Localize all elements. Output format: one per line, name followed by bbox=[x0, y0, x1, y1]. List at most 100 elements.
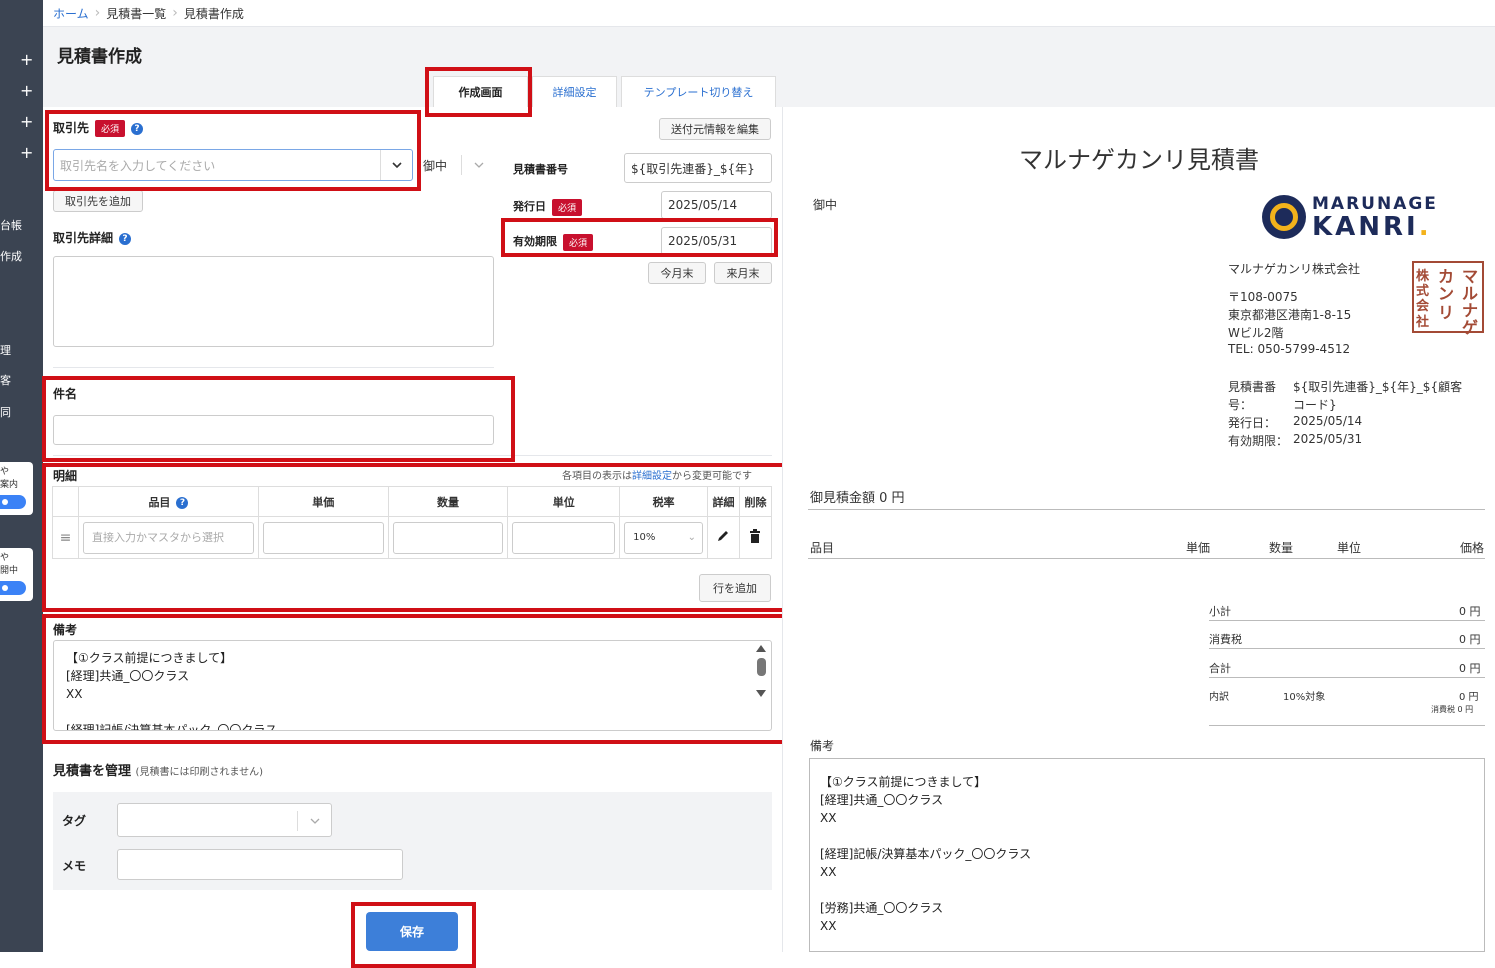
delete-cell bbox=[738, 516, 773, 559]
company-logo-icon bbox=[1262, 195, 1306, 239]
subject-input[interactable] bbox=[53, 415, 494, 445]
add-icon[interactable]: + bbox=[20, 52, 33, 68]
client-select[interactable]: 取引先名を入力してください bbox=[53, 149, 413, 181]
trash-icon[interactable] bbox=[749, 529, 761, 543]
add-row-button[interactable]: 行を追加 bbox=[699, 574, 771, 602]
memo-field-label: メモ bbox=[62, 859, 87, 873]
preview-col-unit: 単位 bbox=[1337, 541, 1362, 555]
tax-select[interactable]: 10% ⌄ bbox=[624, 521, 703, 554]
chevron-down-icon[interactable]: ⌄ bbox=[688, 523, 696, 553]
help-icon[interactable]: ? bbox=[119, 232, 132, 245]
preview-col-item: 品目 bbox=[810, 541, 835, 555]
unit-input[interactable] bbox=[512, 521, 616, 554]
scroll-up-icon[interactable] bbox=[756, 645, 766, 652]
sidebar-item-other[interactable]: 同 bbox=[0, 404, 11, 420]
preview-title: マルナゲカンリ見積書 bbox=[1019, 146, 1259, 174]
divider bbox=[808, 558, 1485, 559]
logo-text-line2: KANRI. bbox=[1312, 212, 1432, 242]
seal-char: 社 bbox=[1416, 315, 1430, 330]
pencil-icon[interactable] bbox=[716, 529, 730, 543]
expiry-date-label-text: 有効期限 bbox=[513, 235, 557, 248]
client-detail-textarea[interactable] bbox=[53, 256, 494, 347]
preview-memo-line bbox=[820, 827, 1484, 845]
sidebar-item-customer[interactable]: 客 bbox=[0, 372, 11, 388]
preview-number-value2: コード} bbox=[1293, 398, 1337, 412]
col-header-qty: 数量 bbox=[387, 486, 509, 517]
subject-label: 件名 bbox=[53, 387, 78, 401]
sidebar-item-create[interactable]: 作成 bbox=[0, 248, 22, 264]
preview-issue-label: 発行日： bbox=[1228, 416, 1277, 430]
tax-value: 0 円 bbox=[1459, 633, 1481, 646]
toggle-switch[interactable] bbox=[0, 581, 26, 595]
sidebar-item-manage[interactable]: 理 bbox=[0, 342, 11, 358]
preview-memo-line: [経理]記帳/決算基本パック_〇〇クラス bbox=[820, 847, 1032, 861]
detail-settings-link[interactable]: 詳細設定 bbox=[632, 471, 672, 482]
preview-issue-value: 2025/05/14 bbox=[1293, 414, 1363, 428]
qty-input[interactable] bbox=[392, 521, 504, 554]
company-address1: 東京都港区港南1-8-15 bbox=[1228, 308, 1352, 322]
save-button[interactable]: 保存 bbox=[366, 912, 458, 951]
memo-line bbox=[66, 703, 771, 721]
tag-select[interactable] bbox=[117, 803, 332, 837]
breadcrumb-list[interactable]: 見積書一覧 bbox=[106, 5, 166, 22]
preview-col-price: 単価 bbox=[1186, 541, 1211, 555]
preview-memo-line: 【①クラス前提につきまして】 bbox=[820, 775, 987, 789]
items-header-row: 品目? 単価 数量 単位 税率 詳細 削除 bbox=[52, 486, 773, 517]
end-of-this-month-button[interactable]: 今月末 bbox=[648, 262, 706, 284]
client-detail-label: 取引先詳細? bbox=[53, 229, 132, 246]
edit-sender-button[interactable]: 送付元情報を編集 bbox=[659, 118, 771, 140]
estimate-number-input[interactable]: ${取引先連番}_${年} bbox=[624, 153, 772, 183]
honorific-select[interactable]: 御中 bbox=[417, 149, 495, 181]
drag-handle-icon[interactable]: ≡ bbox=[52, 516, 79, 559]
add-icon[interactable]: + bbox=[20, 145, 33, 161]
preview-number-label2: 号： bbox=[1228, 398, 1253, 412]
breadcrumb: ホーム › 見積書一覧 › 見積書作成 bbox=[43, 0, 1495, 27]
add-client-button[interactable]: 取引先を追加 bbox=[53, 190, 143, 212]
expiry-date-input[interactable]: 2025/05/31 bbox=[661, 227, 772, 255]
breakdown-value: 0 円 bbox=[1459, 692, 1479, 703]
breadcrumb-home[interactable]: ホーム bbox=[53, 5, 89, 22]
end-of-next-month-button[interactable]: 来月末 bbox=[714, 262, 772, 284]
preview-col-qty: 数量 bbox=[1269, 541, 1294, 555]
subtotal-value: 0 円 bbox=[1459, 605, 1481, 618]
item-input[interactable]: 直接入力かマスタから選択 bbox=[82, 521, 254, 554]
toggle-switch[interactable] bbox=[0, 495, 26, 509]
required-badge: 必須 bbox=[563, 233, 594, 251]
sidebar-item-ledger[interactable]: 台帳 bbox=[0, 217, 22, 233]
help-icon[interactable]: ? bbox=[131, 122, 144, 135]
memo-field-input[interactable] bbox=[117, 849, 403, 880]
qty-cell bbox=[387, 516, 509, 559]
tab-create[interactable]: 作成画面 bbox=[433, 76, 528, 107]
chevron-down-icon[interactable] bbox=[297, 811, 331, 831]
breakdown-label: 内訳 bbox=[1209, 692, 1229, 703]
sidebar-card-text: 開中 bbox=[0, 566, 19, 576]
issue-date-input[interactable]: 2025/05/14 bbox=[661, 191, 772, 219]
items-hint-suffix: から変更可能です bbox=[672, 471, 752, 482]
preview-col-amount: 価格 bbox=[1460, 541, 1485, 555]
tab-detail-settings[interactable]: 詳細設定 bbox=[532, 76, 617, 107]
preview-expiry-label: 有効期限： bbox=[1228, 434, 1289, 448]
memo-textarea[interactable]: 【①クラス前提につきまして】 [経理]共通_〇〇クラス XX [経理]記帳/決算… bbox=[53, 640, 772, 731]
scroll-down-icon[interactable] bbox=[756, 690, 766, 697]
memo-line: [経理]記帳/決算基本パック_〇〇クラス bbox=[66, 723, 278, 731]
breakdown-tax: 消費税 0 円 bbox=[1431, 705, 1474, 714]
tab-bar: 作成画面 詳細設定 テンプレート切り替え bbox=[433, 76, 780, 107]
add-icon[interactable]: + bbox=[20, 83, 33, 99]
chevron-down-icon[interactable] bbox=[461, 155, 495, 175]
price-input[interactable] bbox=[262, 521, 384, 554]
scrollbar-thumb[interactable] bbox=[756, 658, 766, 676]
divider bbox=[53, 455, 772, 456]
expiry-date-label: 有効期限 必須 bbox=[513, 233, 594, 251]
add-icon[interactable]: + bbox=[20, 114, 33, 130]
sum-value: 0 円 bbox=[1459, 662, 1481, 675]
items-hint-prefix: 各項目の表示は bbox=[562, 471, 632, 482]
preview-memo-line bbox=[820, 881, 1484, 899]
col-header-unit: 単位 bbox=[507, 486, 621, 517]
help-icon[interactable]: ? bbox=[176, 496, 189, 509]
logo-text-line1: MARUNAGE bbox=[1312, 194, 1438, 214]
scrollbar[interactable] bbox=[755, 645, 767, 715]
chevron-down-icon[interactable] bbox=[380, 150, 412, 180]
tab-template-switch[interactable]: テンプレート切り替え bbox=[621, 76, 776, 107]
memo-label: 備考 bbox=[53, 623, 78, 637]
company-seal: 株 式 会 社 カ ン リ マ ル ナ ゲ bbox=[1412, 261, 1484, 337]
